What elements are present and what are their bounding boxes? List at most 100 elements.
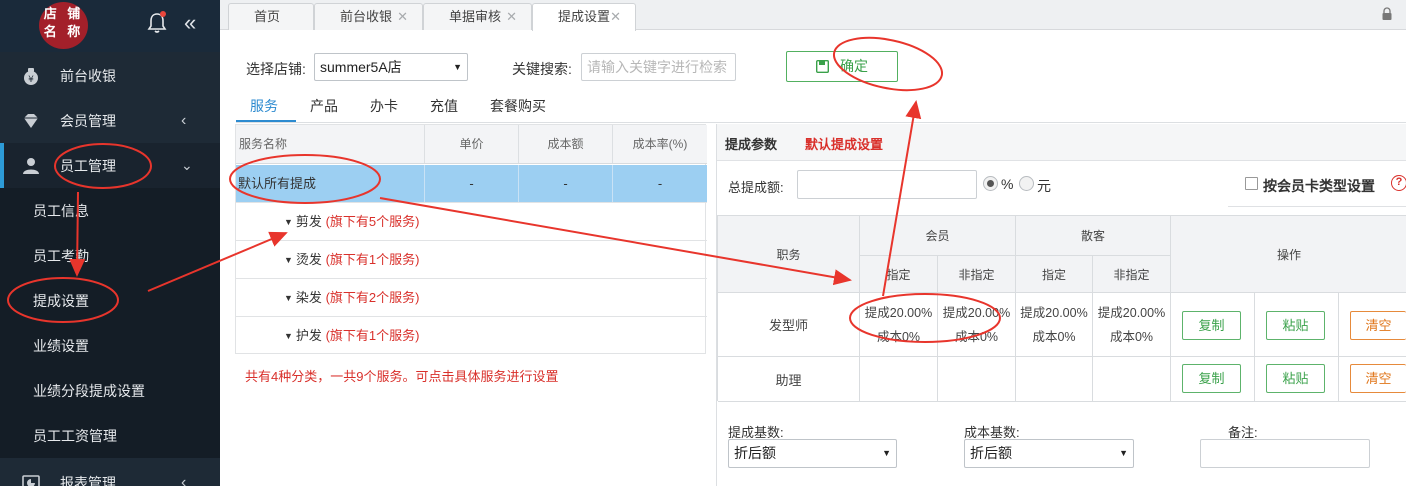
sidebar-item-reports[interactable]: 报表管理 ‹ — [0, 460, 220, 486]
category-row[interactable]: ▼ 护发 (旗下有1个服务) — [236, 317, 707, 354]
row-position-assistant: 助理 — [718, 357, 860, 402]
subtab-product[interactable]: 产品 — [310, 96, 338, 116]
commission-cell[interactable] — [1093, 357, 1171, 402]
help-icon[interactable]: ? — [1391, 175, 1406, 191]
tab-audit[interactable]: 单据审核 ✕ — [423, 3, 532, 30]
sidebar: 店 铺 名 称 « ¥ 前台收银 会员管理 ‹ 员工管理 ⌄ 员工信息 员工考勤… — [0, 0, 220, 486]
header-member-unassigned: 非指定 — [938, 256, 1016, 293]
subtab-recharge[interactable]: 充值 — [430, 96, 458, 116]
collapse-sidebar-icon[interactable]: « — [184, 11, 196, 35]
caret-down-icon: ▼ — [284, 217, 293, 227]
paste-button[interactable]: 粘贴 — [1266, 364, 1325, 393]
sidebar-subitem-staff-info[interactable]: 员工信息 — [0, 188, 220, 233]
yuan-radio[interactable] — [1019, 176, 1034, 191]
commission-cell[interactable]: 提成20.00% 成本0% — [860, 293, 938, 357]
header-service-name: 服务名称 — [236, 125, 425, 163]
save-icon — [816, 60, 829, 73]
tab-cashier[interactable]: 前台收银 ✕ — [314, 3, 423, 30]
sidebar-subitem-label: 业绩分段提成设置 — [33, 382, 145, 399]
header-member: 会员 — [860, 216, 1016, 256]
category-name: 护发 — [295, 328, 322, 343]
total-commission-label: 总提成额: — [728, 180, 784, 195]
sidebar-subitem-attendance[interactable]: 员工考勤 — [0, 233, 220, 278]
lock-icon[interactable] — [1382, 7, 1392, 21]
clear-button[interactable]: 清空 — [1350, 364, 1406, 393]
commission-cell[interactable]: 提成20.00% 成本0% — [938, 293, 1016, 357]
subtab-divider — [236, 122, 1406, 123]
clear-button[interactable]: 清空 — [1350, 311, 1406, 340]
keyword-search-input[interactable]: 请输入关键字进行检索 — [581, 53, 736, 81]
default-setting-label: 默认提成设置 — [805, 137, 884, 152]
category-row[interactable]: ▼ 染发 (旗下有2个服务) — [236, 279, 707, 317]
sidebar-item-cashier[interactable]: ¥ 前台收银 — [0, 53, 220, 98]
confirm-button[interactable]: 确定 — [786, 51, 898, 82]
commission-cell[interactable]: 提成20.00% 成本0% — [1093, 293, 1171, 357]
header-position-label: 职务 — [776, 247, 801, 262]
sidebar-subitem-commission[interactable]: 提成设置 — [0, 278, 220, 323]
category-name: 剪发 — [295, 214, 322, 229]
store-select-value: summer5A店 — [320, 59, 402, 75]
card-type-checkbox[interactable] — [1245, 177, 1258, 190]
sidebar-subitem-salary[interactable]: 员工工资管理 — [0, 413, 220, 458]
keyword-placeholder: 请输入关键字进行检索 — [587, 59, 727, 75]
copy-label: 复制 — [1198, 318, 1225, 333]
copy-button[interactable]: 复制 — [1182, 311, 1241, 340]
sidebar-subitem-tiered-commission[interactable]: 业绩分段提成设置 — [0, 368, 220, 413]
tab-label: 前台收银 — [340, 9, 393, 24]
clear-label: 清空 — [1365, 318, 1392, 333]
commission-cell[interactable] — [860, 357, 938, 402]
row-position-stylist: 发型师 — [718, 293, 860, 357]
user-icon — [23, 157, 39, 174]
chevron-down-icon: ⌄ — [181, 157, 193, 173]
store-label: 选择店铺: — [246, 61, 306, 77]
tab-bar: 首页 前台收银 ✕ 单据审核 ✕ 提成设置 ✕ — [220, 0, 1406, 31]
service-table: 服务名称 单价 成本额 成本率(%) 默认所有提成 - - - ▼ 剪发 (旗下有… — [235, 124, 707, 354]
subtab-card[interactable]: 办卡 — [370, 96, 398, 116]
copy-button[interactable]: 复制 — [1182, 364, 1241, 393]
card-type-label: 按会员卡类型设置 — [1263, 178, 1375, 194]
tab-home[interactable]: 首页 — [228, 3, 314, 30]
logo-line-2: 名 称 — [43, 25, 84, 40]
paste-label: 粘贴 — [1282, 371, 1309, 386]
cost-base-value: 折后额 — [970, 445, 1012, 461]
close-icon[interactable]: ✕ — [506, 4, 517, 30]
commission-cell[interactable]: 提成20.00% 成本0% — [1016, 293, 1093, 357]
notification-dot — [160, 11, 166, 17]
close-icon[interactable]: ✕ — [610, 4, 621, 30]
category-name: 染发 — [295, 290, 322, 305]
category-row[interactable]: ▼ 剪发 (旗下有5个服务) — [236, 203, 707, 241]
commission-value: 提成20.00% — [1020, 305, 1088, 320]
close-icon[interactable]: ✕ — [397, 4, 408, 30]
sidebar-subitem-label: 员工信息 — [33, 202, 89, 219]
subtab-service[interactable]: 服务 — [250, 96, 278, 116]
category-row[interactable]: ▼ 烫发 (旗下有1个服务) — [236, 241, 707, 279]
tab-label: 提成设置 — [558, 9, 611, 24]
header-assigned-label: 指定 — [886, 267, 911, 282]
position-label: 助理 — [775, 372, 802, 388]
subtab-active-underline — [236, 120, 296, 122]
commission-cell[interactable] — [938, 357, 1016, 402]
commission-panel-header: 提成参数 默认提成设置 — [717, 124, 1406, 161]
commission-base-select[interactable]: 折后额 ▼ — [728, 439, 897, 468]
cost-base-select[interactable]: 折后额 ▼ — [964, 439, 1134, 468]
commission-cell[interactable] — [1016, 357, 1093, 402]
category-count: (旗下有2个服务) — [325, 290, 420, 305]
header-member-assigned: 指定 — [860, 256, 938, 293]
tab-commission-settings[interactable]: 提成设置 ✕ — [532, 3, 636, 31]
sidebar-item-staff[interactable]: 员工管理 ⌄ — [0, 143, 220, 188]
total-commission-input[interactable] — [797, 170, 977, 199]
subtab-package[interactable]: 套餐购买 — [490, 96, 546, 116]
remark-input[interactable] — [1200, 439, 1370, 468]
sidebar-subitem-performance[interactable]: 业绩设置 — [0, 323, 220, 368]
cost-value: 成本0% — [876, 329, 921, 344]
header-walkin-label: 散客 — [1080, 229, 1105, 243]
table-row-default[interactable]: 默认所有提成 - - - — [236, 165, 707, 203]
store-select[interactable]: summer5A店 ▼ — [314, 53, 468, 81]
caret-down-icon: ▼ — [284, 255, 293, 265]
keyword-label: 关键搜索: — [512, 61, 572, 77]
sidebar-item-members[interactable]: 会员管理 ‹ — [0, 98, 220, 143]
percent-radio[interactable] — [983, 176, 998, 191]
dropdown-caret-icon: ▼ — [882, 448, 891, 458]
header-unassigned-label: 非指定 — [958, 267, 995, 282]
paste-button[interactable]: 粘贴 — [1266, 311, 1325, 340]
